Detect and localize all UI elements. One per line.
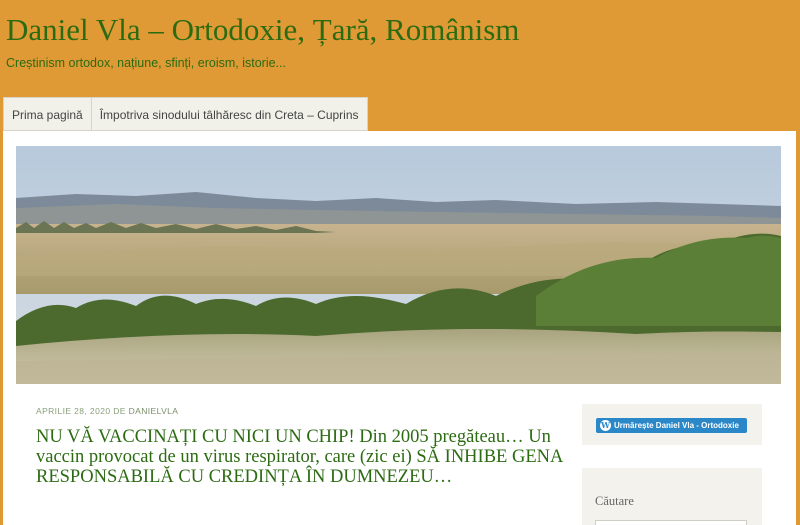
header-landscape-image: [16, 146, 781, 384]
main-nav: Prima pagină Împotriva sinodului tâlhăre…: [3, 97, 368, 131]
post-meta: APRILIE 28, 2020 DE DANIELVLA: [36, 406, 178, 416]
post-by: DE: [113, 406, 126, 416]
follow-widget: W Urmărește Daniel Vla - Ortodoxie: [582, 404, 762, 445]
content-container: APRILIE 28, 2020 DE DANIELVLA NU VĂ VACC…: [3, 131, 796, 525]
nav-item-creta[interactable]: Împotriva sinodului tâlhăresc din Creta …: [91, 97, 368, 131]
search-input[interactable]: [595, 520, 747, 525]
follow-button-label: Urmărește Daniel Vla - Ortodoxie: [614, 421, 739, 430]
search-widget: Căutare: [582, 468, 762, 525]
follow-button[interactable]: W Urmărește Daniel Vla - Ortodoxie: [596, 418, 747, 433]
nav-item-home[interactable]: Prima pagină: [3, 97, 92, 131]
site-title[interactable]: Daniel Vla – Ortodoxie, Țară, Românism: [6, 12, 519, 48]
post-title[interactable]: NU VĂ VACCINAȚI CU NICI UN CHIP! Din 200…: [36, 427, 566, 487]
search-widget-title: Căutare: [595, 494, 634, 508]
wordpress-icon: W: [600, 420, 611, 431]
site-description: Creștinism ortodox, națiune, sfinți, ero…: [6, 56, 286, 70]
post-date[interactable]: APRILIE 28, 2020: [36, 406, 110, 416]
post-author[interactable]: DANIELVLA: [129, 406, 179, 416]
